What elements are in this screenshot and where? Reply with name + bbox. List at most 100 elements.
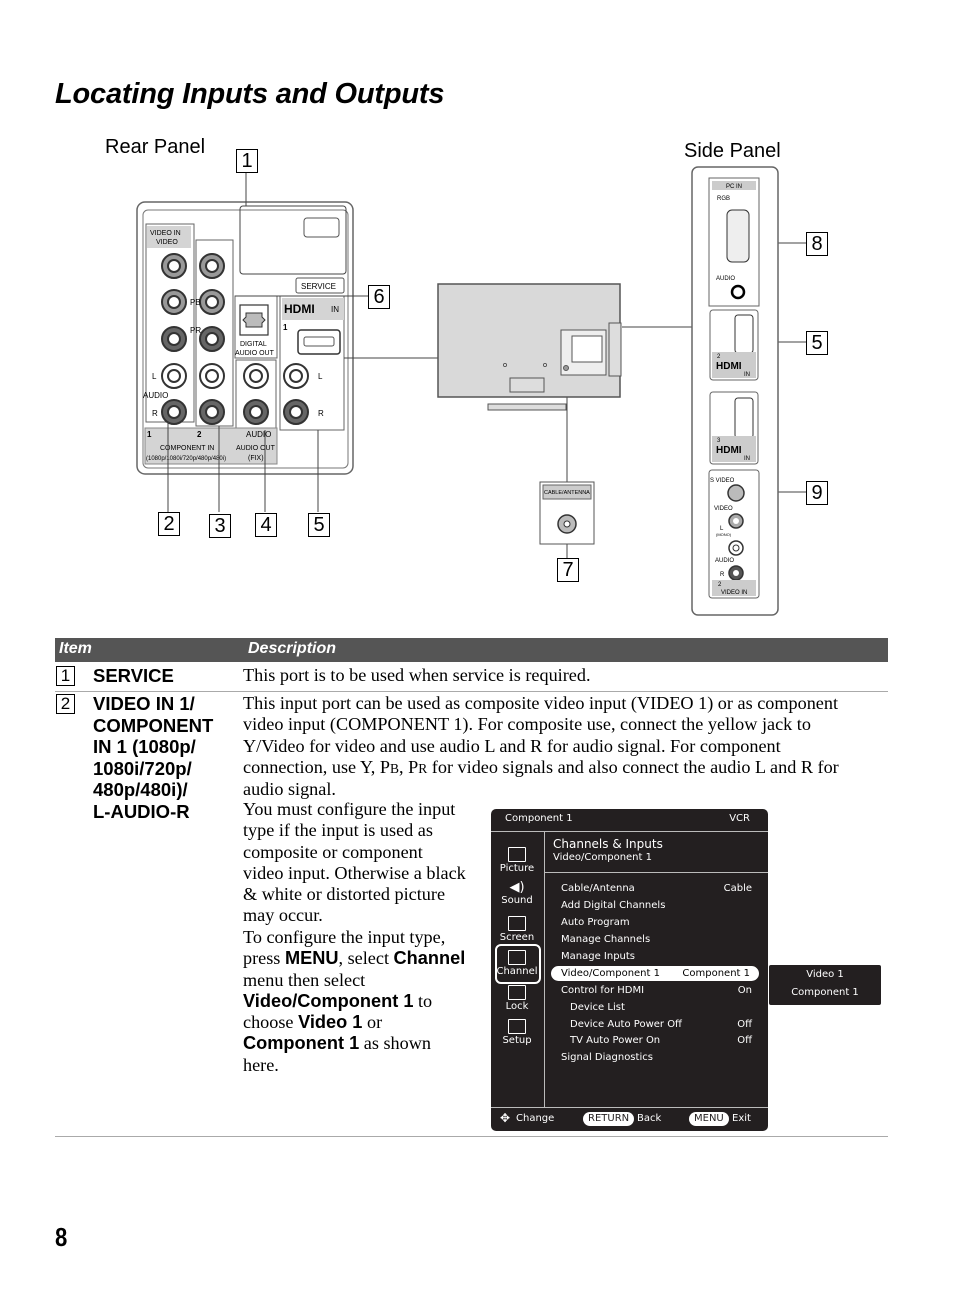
callout-2: 2	[158, 512, 180, 536]
row-1-description: This port is to be used when service is …	[243, 665, 591, 685]
osd-title: Channels & Inputs	[553, 837, 663, 851]
callout-7: 7	[557, 558, 579, 582]
callout-6: 6	[368, 285, 390, 309]
sound-icon: ◀)	[509, 880, 525, 895]
table-header: Item Description	[55, 638, 888, 662]
label-side-video: VIDEO	[714, 506, 733, 512]
option-component-1[interactable]: Component 1	[769, 987, 881, 998]
return-button[interactable]: RETURN	[583, 1112, 635, 1126]
header-description: Description	[248, 640, 337, 657]
tv-menu-screenshot: Component 1 VCR Channels & Inputs Video/…	[491, 809, 768, 1131]
label-hdmi3: HDMI	[716, 445, 742, 456]
label-audio: AUDIO	[143, 391, 168, 400]
label-hdmi-num: 1	[283, 323, 288, 332]
row-1-name: SERVICE	[93, 665, 174, 686]
callout-4: 4	[255, 513, 277, 537]
nav-picture[interactable]: Picture	[493, 847, 541, 874]
label-input-2: 2	[197, 430, 202, 439]
osd-subtitle: Video/Component 1	[553, 852, 652, 863]
menu-item-tv-auto-power-on[interactable]: TV Auto Power On	[570, 1035, 660, 1046]
nav-screen[interactable]: Screen	[493, 916, 541, 943]
label-video-in-2: VIDEO IN	[721, 590, 747, 596]
label-rgb: RGB	[717, 196, 730, 202]
menu-item-cable-antenna[interactable]: Cable/Antenna	[561, 883, 635, 894]
label-side-audio: AUDIO	[715, 558, 734, 564]
table-bottom-rule	[55, 1136, 888, 1137]
label-hdmi-in: IN	[331, 305, 339, 314]
label-pr: PR	[190, 326, 201, 335]
label-pc-audio: AUDIO	[716, 276, 735, 282]
nav-sound[interactable]: ◀) Sound	[493, 881, 541, 906]
menu-item-auto-program[interactable]: Auto Program	[561, 917, 630, 928]
label-audio-out: AUDIO OUT	[235, 350, 275, 357]
nav-lock[interactable]: Lock	[493, 985, 541, 1012]
row-2-description-paragraph-1: This input port can be used as composite…	[243, 693, 839, 800]
label-hdmi3-in: IN	[744, 456, 750, 462]
menu-button[interactable]: MENU	[689, 1112, 729, 1126]
row-2-name: VIDEO IN 1/ COMPONENT IN 1 (1080p/ 1080i…	[93, 693, 214, 822]
picture-icon	[508, 847, 526, 862]
footer-change: Change	[516, 1113, 555, 1124]
footer-exit: Exit	[732, 1113, 751, 1124]
menu-item-device-auto-power-off[interactable]: Device Auto Power Off	[570, 1019, 682, 1030]
osd-current-input: Component 1	[505, 813, 573, 824]
menu-item-add-digital-channels[interactable]: Add Digital Channels	[561, 900, 665, 911]
input-type-popup: Video 1 Component 1	[769, 965, 881, 1005]
row-2-number: 2	[56, 694, 75, 714]
menu-item-manage-inputs[interactable]: Manage Inputs	[561, 951, 635, 962]
label-hdmi-r: R	[318, 409, 324, 418]
label-hdmi2-in: IN	[744, 372, 750, 378]
label-component-formats: (1080p/1080i/720p/480p/480i)	[146, 456, 226, 462]
callout-9: 9	[806, 481, 828, 505]
label-hdmi2: HDMI	[716, 361, 742, 372]
label-video: VIDEO	[156, 239, 178, 246]
label-audio-l: L	[152, 372, 157, 381]
label-side-r: R	[720, 572, 725, 578]
row-separator	[55, 691, 888, 692]
channel-icon	[508, 950, 526, 965]
label-digital: DIGITAL	[240, 341, 267, 348]
label-pc-in: PC IN	[726, 184, 742, 190]
label-audio-r: R	[152, 409, 158, 418]
header-item: Item	[59, 640, 92, 657]
screen-icon	[508, 916, 526, 931]
menu-item-control-for-hdmi[interactable]: Control for HDMI	[561, 985, 644, 996]
menu-item-video-component-1[interactable]: Video/Component 1	[561, 968, 660, 979]
menu-item-device-list[interactable]: Device List	[570, 1002, 625, 1013]
label-input-1: 1	[147, 430, 152, 439]
setup-icon	[508, 1019, 526, 1034]
option-video-1[interactable]: Video 1	[769, 969, 881, 980]
menu-item-manage-channels[interactable]: Manage Channels	[561, 934, 650, 945]
callout-1: 1	[236, 149, 258, 173]
label-pb: PB	[190, 298, 201, 307]
footer-back: Back	[637, 1113, 662, 1124]
lock-icon	[508, 985, 526, 1000]
label-mono: (MONO)	[716, 532, 732, 537]
row-1-number: 1	[56, 666, 75, 686]
callout-8: 8	[806, 232, 828, 256]
page-number: 8	[55, 1222, 68, 1252]
label-service: SERVICE	[301, 282, 336, 291]
row-2-description-paragraph-2: You must configure the input type if the…	[243, 799, 466, 926]
menu-item-signal-diagnostics[interactable]: Signal Diagnostics	[561, 1052, 653, 1063]
callout-5-side: 5	[806, 331, 828, 355]
nav-setup[interactable]: Setup	[493, 1019, 541, 1046]
tv-back-illustration	[437, 283, 622, 411]
cable-antenna-port: CABLE/ANTENNA	[539, 481, 595, 545]
label-audio-top: AUDIO	[246, 430, 271, 439]
label-hdmi-l: L	[318, 372, 323, 381]
osd-input-label: VCR	[729, 813, 750, 824]
label-s-video: S VIDEO	[710, 478, 735, 484]
callout-5-rear: 5	[308, 513, 330, 537]
nav-channel[interactable]: Channel	[493, 950, 541, 977]
connection-diagram: VIDEO IN VIDEO PB PR L AUDIO R 1 2 COMPO…	[136, 166, 806, 616]
dpad-icon: ✥	[500, 1111, 511, 1125]
callout-3: 3	[209, 514, 231, 538]
label-cable-antenna: CABLE/ANTENNA	[544, 490, 590, 496]
label-fix: (FIX)	[248, 455, 264, 462]
label-audio-out-fix: AUDIO OUT	[236, 445, 276, 452]
label-video-in: VIDEO IN	[150, 230, 181, 237]
label-hdmi: HDMI	[284, 302, 315, 316]
row-2-description-paragraph-3: To configure the input type, press MENU,…	[243, 927, 466, 1075]
side-panel-outline	[691, 166, 779, 616]
